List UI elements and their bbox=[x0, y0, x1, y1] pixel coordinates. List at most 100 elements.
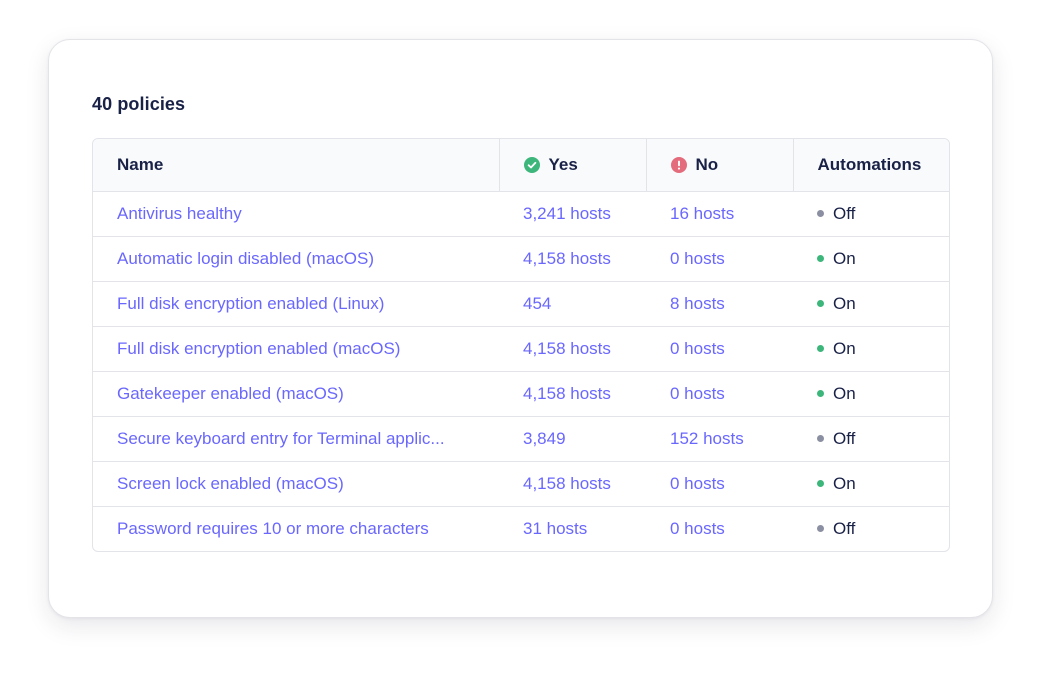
status-dot-icon bbox=[817, 390, 824, 397]
policy-name-link[interactable]: Gatekeeper enabled (macOS) bbox=[117, 384, 344, 403]
table-row: Full disk encryption enabled (Linux) 454… bbox=[93, 280, 949, 326]
policy-name-link[interactable]: Password requires 10 or more characters bbox=[117, 519, 429, 538]
automation-status-label: On bbox=[833, 293, 856, 313]
table-row: Antivirus healthy 3,241 hosts 16 hosts O… bbox=[93, 191, 949, 236]
automation-status: On bbox=[817, 383, 949, 404]
policy-name-link[interactable]: Antivirus healthy bbox=[117, 204, 242, 223]
status-dot-icon bbox=[817, 435, 824, 442]
policy-name-cell: Gatekeeper enabled (macOS) bbox=[93, 370, 499, 416]
no-hosts-cell: 0 hosts bbox=[646, 460, 793, 506]
policy-name-link[interactable]: Automatic login disabled (macOS) bbox=[117, 249, 374, 268]
no-hosts-link[interactable]: 0 hosts bbox=[670, 474, 725, 493]
table-header-row: Name Yes No Automations bbox=[93, 139, 949, 192]
automation-status-label: On bbox=[833, 338, 856, 358]
table-body: Antivirus healthy 3,241 hosts 16 hosts O… bbox=[93, 191, 949, 551]
status-dot-icon bbox=[817, 300, 824, 307]
no-hosts-link[interactable]: 0 hosts bbox=[670, 519, 725, 538]
policy-name-link[interactable]: Full disk encryption enabled (macOS) bbox=[117, 339, 400, 358]
automation-cell: On bbox=[793, 370, 949, 416]
automation-status: On bbox=[817, 293, 949, 314]
column-header-name-label: Name bbox=[117, 154, 164, 174]
no-hosts-link[interactable]: 0 hosts bbox=[670, 339, 725, 358]
yes-hosts-link[interactable]: 4,158 hosts bbox=[523, 384, 611, 403]
automation-status-label: Off bbox=[833, 428, 856, 448]
column-header-yes-inner: Yes bbox=[523, 154, 646, 175]
exclamation-circle-icon bbox=[670, 156, 687, 173]
automation-cell: On bbox=[793, 460, 949, 506]
policy-name-cell: Antivirus healthy bbox=[93, 191, 499, 236]
yes-hosts-link[interactable]: 454 bbox=[523, 294, 551, 313]
table-header: Name Yes No Automations bbox=[93, 139, 949, 192]
automation-status: On bbox=[817, 338, 949, 359]
policy-name-link[interactable]: Full disk encryption enabled (Linux) bbox=[117, 294, 384, 313]
policy-count-title: 40 policies bbox=[92, 94, 186, 114]
yes-hosts-cell: 454 bbox=[499, 280, 646, 326]
yes-hosts-cell: 3,849 bbox=[499, 415, 646, 461]
automation-status-label: Off bbox=[833, 518, 856, 538]
table-row: Automatic login disabled (macOS) 4,158 h… bbox=[93, 235, 949, 281]
automation-cell: On bbox=[793, 325, 949, 371]
automation-cell: Off bbox=[793, 191, 949, 236]
column-header-no-inner: No bbox=[670, 154, 793, 175]
policy-name-cell: Full disk encryption enabled (macOS) bbox=[93, 325, 499, 371]
no-hosts-cell: 8 hosts bbox=[646, 280, 793, 326]
yes-hosts-cell: 4,158 hosts bbox=[499, 325, 646, 371]
automation-status-label: Off bbox=[833, 203, 856, 223]
automation-status: On bbox=[817, 473, 949, 494]
automation-cell: Off bbox=[793, 415, 949, 461]
policy-name-link[interactable]: Screen lock enabled (macOS) bbox=[117, 474, 344, 493]
no-hosts-link[interactable]: 0 hosts bbox=[670, 384, 725, 403]
policy-name-cell: Password requires 10 or more characters bbox=[93, 505, 499, 551]
automation-cell: Off bbox=[793, 505, 949, 551]
policies-card: 40 policies Name Yes No Automations Anti… bbox=[48, 39, 993, 618]
status-dot-icon bbox=[817, 255, 824, 262]
automation-status: Off bbox=[817, 203, 949, 224]
column-header-name: Name bbox=[93, 139, 499, 192]
automation-cell: On bbox=[793, 280, 949, 326]
yes-hosts-cell: 3,241 hosts bbox=[499, 191, 646, 236]
yes-hosts-cell: 4,158 hosts bbox=[499, 370, 646, 416]
policy-name-cell: Full disk encryption enabled (Linux) bbox=[93, 280, 499, 326]
no-hosts-cell: 0 hosts bbox=[646, 235, 793, 281]
column-header-automations: Automations bbox=[792, 139, 949, 192]
automation-status-label: On bbox=[833, 473, 856, 493]
yes-hosts-link[interactable]: 4,158 hosts bbox=[523, 474, 611, 493]
automation-status: Off bbox=[817, 518, 949, 539]
yes-hosts-link[interactable]: 31 hosts bbox=[523, 519, 587, 538]
column-header-yes: Yes bbox=[498, 139, 646, 192]
yes-hosts-link[interactable]: 4,158 hosts bbox=[523, 249, 611, 268]
table-row: Gatekeeper enabled (macOS) 4,158 hosts 0… bbox=[93, 370, 949, 416]
table-row: Screen lock enabled (macOS) 4,158 hosts … bbox=[93, 460, 949, 506]
policy-name-link[interactable]: Secure keyboard entry for Terminal appli… bbox=[117, 429, 445, 448]
policies-table-container: Name Yes No Automations Antivirus health… bbox=[92, 138, 950, 552]
yes-hosts-cell: 4,158 hosts bbox=[499, 460, 646, 506]
column-header-automations-label: Automations bbox=[817, 154, 922, 174]
column-header-no-label: No bbox=[695, 154, 719, 174]
yes-hosts-link[interactable]: 3,241 hosts bbox=[523, 204, 611, 223]
status-dot-icon bbox=[817, 345, 824, 352]
no-hosts-link[interactable]: 8 hosts bbox=[670, 294, 725, 313]
automation-status: Off bbox=[817, 428, 949, 449]
status-dot-icon bbox=[817, 480, 824, 487]
no-hosts-cell: 0 hosts bbox=[646, 325, 793, 371]
no-hosts-link[interactable]: 0 hosts bbox=[670, 249, 725, 268]
automation-status: On bbox=[817, 248, 949, 269]
table-row: Full disk encryption enabled (macOS) 4,1… bbox=[93, 325, 949, 371]
yes-hosts-link[interactable]: 3,849 bbox=[523, 429, 566, 448]
automation-status-label: On bbox=[833, 248, 856, 268]
policy-name-cell: Secure keyboard entry for Terminal appli… bbox=[93, 415, 499, 461]
no-hosts-cell: 16 hosts bbox=[646, 191, 793, 236]
no-hosts-link[interactable]: 16 hosts bbox=[670, 204, 734, 223]
no-hosts-link[interactable]: 152 hosts bbox=[670, 429, 744, 448]
yes-hosts-link[interactable]: 4,158 hosts bbox=[523, 339, 611, 358]
no-hosts-cell: 0 hosts bbox=[646, 505, 793, 551]
yes-hosts-cell: 4,158 hosts bbox=[499, 235, 646, 281]
automation-status-label: On bbox=[833, 383, 856, 403]
no-hosts-cell: 152 hosts bbox=[646, 415, 793, 461]
yes-hosts-cell: 31 hosts bbox=[499, 505, 646, 551]
column-header-yes-label: Yes bbox=[548, 154, 578, 174]
automation-cell: On bbox=[793, 235, 949, 281]
status-dot-icon bbox=[817, 210, 824, 217]
check-circle-icon bbox=[523, 156, 540, 173]
table-row: Password requires 10 or more characters … bbox=[93, 505, 949, 551]
